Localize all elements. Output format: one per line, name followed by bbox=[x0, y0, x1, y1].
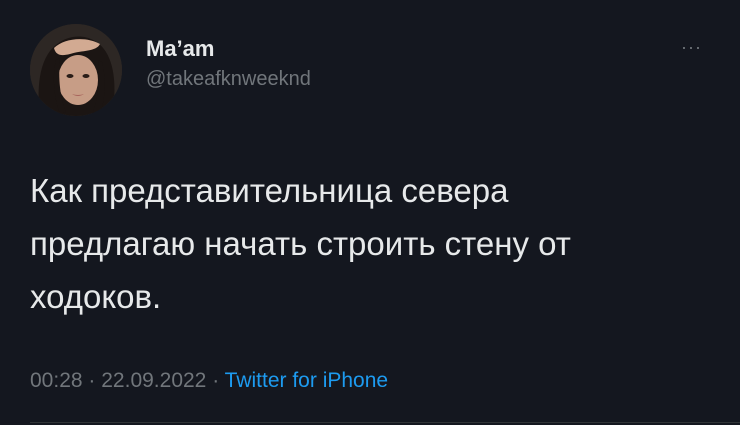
more-options-icon[interactable]: ··· bbox=[681, 38, 702, 56]
author-display-name[interactable]: Ma’am bbox=[146, 36, 311, 62]
meta-separator: · bbox=[88, 369, 96, 392]
author-handle[interactable]: @takeafknweeknd bbox=[146, 66, 311, 92]
tweet-source-link[interactable]: Twitter for iPhone bbox=[225, 369, 388, 392]
avatar[interactable] bbox=[30, 24, 122, 116]
tweet-date[interactable]: 22.09.2022 bbox=[101, 369, 206, 392]
user-photo-avatar-icon bbox=[30, 24, 122, 116]
author-block: Ma’am @takeafknweeknd bbox=[146, 36, 311, 92]
tweet-card: Ma’am @takeafknweeknd ··· Как представит… bbox=[0, 0, 740, 425]
meta-separator: · bbox=[212, 369, 220, 392]
divider bbox=[30, 422, 740, 423]
tweet-text: Как представительница севера предлагаю н… bbox=[30, 172, 571, 315]
tweet-time[interactable]: 00:28 bbox=[30, 369, 83, 392]
tweet-meta: 00:28 · 22.09.2022 · Twitter for iPhone bbox=[30, 368, 388, 394]
